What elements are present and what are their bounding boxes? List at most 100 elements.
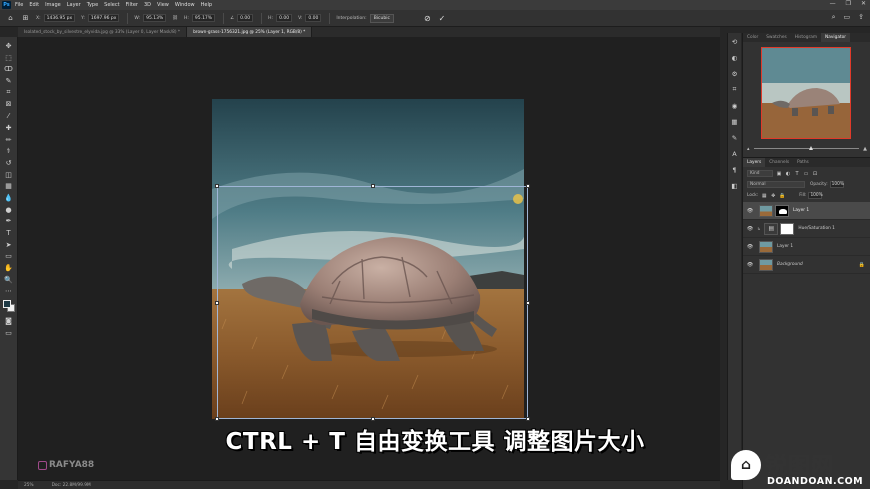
properties-icon[interactable]: ⚙ <box>730 69 739 78</box>
hskew-field[interactable]: 0.00 <box>276 14 293 22</box>
healing-icon[interactable]: ✚ <box>4 123 14 133</box>
lock-all-icon[interactable]: 🔒 <box>779 193 785 199</box>
menu-3d[interactable]: 3D <box>144 2 151 8</box>
visibility-eye-icon[interactable]: 👁 <box>745 244 755 250</box>
menu-select[interactable]: Select <box>104 2 119 8</box>
filter-type-icon[interactable]: T <box>794 171 800 177</box>
tab-brown-grass[interactable]: brown-grass-1756321.jpg @ 25% (Layer 1, … <box>187 27 313 37</box>
layer-row[interactable]: 👁 Background 🔒 <box>743 256 870 274</box>
angle-field[interactable]: 0.00 <box>237 14 254 22</box>
menu-layer[interactable]: Layer <box>67 2 81 8</box>
search-icon[interactable]: ⌕ <box>832 13 836 22</box>
menu-help[interactable]: Help <box>201 2 212 8</box>
tab-isolated-stock[interactable]: Isolated_stock_by_silvestre_elyvida.jpg … <box>18 27 188 37</box>
fill-field[interactable]: 100% <box>808 192 823 199</box>
tab-color[interactable]: Color <box>743 33 762 42</box>
interpolation-select[interactable]: Bicubic <box>369 13 394 23</box>
type-icon[interactable]: T <box>4 228 14 238</box>
zoom-icon[interactable]: 🔍 <box>4 275 14 285</box>
filter-adjust-icon[interactable]: ◐ <box>785 171 791 177</box>
swatches-icon[interactable]: ▦ <box>730 117 739 126</box>
visibility-eye-icon[interactable]: 👁 <box>745 208 755 214</box>
vskew-field[interactable]: 0.00 <box>305 14 322 22</box>
home-icon[interactable]: ⌂ <box>6 14 15 23</box>
blend-mode-select[interactable]: Normal <box>747 181 805 188</box>
share-icon[interactable]: ⇪ <box>858 13 864 22</box>
visibility-eye-icon[interactable]: 👁 <box>745 262 755 268</box>
layer-kind-select[interactable]: Kind <box>747 170 773 177</box>
color-icon[interactable]: ◉ <box>730 101 739 110</box>
char-icon[interactable]: A <box>730 149 739 158</box>
reference-point-icon[interactable]: ⊞ <box>21 14 30 23</box>
quick-mask-icon[interactable]: ◙ <box>4 316 14 326</box>
zoom-slider[interactable] <box>753 146 860 150</box>
cancel-transform-icon[interactable]: ⊘ <box>424 14 431 23</box>
marquee-icon[interactable]: ⬚ <box>4 53 14 63</box>
shape-icon[interactable]: ▭ <box>4 251 14 261</box>
link-icon[interactable]: ⛓ <box>172 16 178 21</box>
menu-view[interactable]: View <box>157 2 169 8</box>
height-field[interactable]: 95.17% <box>191 14 216 22</box>
layers-icon[interactable]: ◧ <box>730 181 739 190</box>
tab-histogram[interactable]: Histogram <box>791 33 821 42</box>
stamp-icon[interactable]: ⚕ <box>4 146 14 156</box>
eraser-icon[interactable]: ◫ <box>4 170 14 180</box>
canvas-area[interactable] <box>18 37 720 480</box>
quick-select-icon[interactable]: ✎ <box>4 76 14 86</box>
eyedropper-icon[interactable]: ⁄ <box>4 111 14 121</box>
navigator-thumbnail[interactable] <box>761 47 851 139</box>
layer-mask-thumbnail[interactable] <box>780 222 795 235</box>
visibility-eye-icon[interactable]: 👁 <box>745 226 755 232</box>
foreground-color[interactable] <box>2 300 11 309</box>
screen-mode-icon[interactable]: ▭ <box>4 328 14 338</box>
history-brush-icon[interactable]: ↺ <box>4 158 14 168</box>
workspace-icon[interactable]: ▭ <box>844 13 851 22</box>
width-field[interactable]: 95.13% <box>143 14 167 22</box>
tab-swatches[interactable]: Swatches <box>762 33 791 42</box>
filter-smart-icon[interactable]: ⊡ <box>812 171 818 177</box>
menu-file[interactable]: File <box>15 2 23 8</box>
zoom-in-icon[interactable]: ▲ <box>863 146 867 152</box>
layer-name[interactable]: Background <box>777 262 803 267</box>
layer-row[interactable]: 👁 Layer 1 <box>743 202 870 220</box>
layer-row[interactable]: 👁 Layer 1 <box>743 238 870 256</box>
move-icon[interactable]: ✥ <box>4 41 14 51</box>
close-icon[interactable]: ✕ <box>861 0 866 7</box>
commit-transform-icon[interactable]: ✓ <box>439 14 446 23</box>
layer-mask-thumbnail[interactable] <box>775 204 789 217</box>
more-icon[interactable]: ⋯ <box>4 286 14 296</box>
frame-icon[interactable]: ⊠ <box>4 99 14 109</box>
layer-row[interactable]: 👁 ↳ ▤ Hue/Saturation 1 <box>743 220 870 238</box>
layer-name[interactable]: Layer 1 <box>777 244 793 249</box>
zoom-level[interactable]: 25% <box>24 483 34 488</box>
crop-icon[interactable]: ⌗ <box>4 88 14 98</box>
tab-layers[interactable]: Layers <box>743 158 766 167</box>
paths-icon[interactable]: ⌗ <box>730 85 739 94</box>
hand-icon[interactable]: ✋ <box>4 263 14 273</box>
opacity-field[interactable]: 100% <box>829 181 844 188</box>
lock-pixels-icon[interactable]: ▦ <box>761 193 767 199</box>
dodge-icon[interactable]: ● <box>4 205 14 215</box>
layer-name[interactable]: Hue/Saturation 1 <box>798 226 835 231</box>
menu-type[interactable]: Type <box>87 2 98 8</box>
menu-filter[interactable]: Filter <box>126 2 138 8</box>
brush-settings-icon[interactable]: ✎ <box>730 133 739 142</box>
para-icon[interactable]: ¶ <box>730 165 739 174</box>
zoom-out-icon[interactable]: ▴ <box>747 146 750 152</box>
tab-channels[interactable]: Channels <box>765 158 793 167</box>
filter-pixel-icon[interactable]: ▣ <box>776 171 782 177</box>
adjust-icon[interactable]: ◐ <box>730 53 739 62</box>
y-field[interactable]: 1697.96 px <box>87 14 120 22</box>
history-icon[interactable]: ⟲ <box>730 37 739 46</box>
filter-shape-icon[interactable]: ▭ <box>803 171 809 177</box>
layer-name[interactable]: Layer 1 <box>793 208 809 213</box>
zoom-slider-knob[interactable] <box>809 146 814 150</box>
menu-window[interactable]: Window <box>175 2 195 8</box>
lasso-icon[interactable]: ↀ <box>4 64 14 74</box>
pen-icon[interactable]: ✒ <box>4 216 14 226</box>
gradient-icon[interactable]: ▦ <box>4 181 14 191</box>
brush-icon[interactable]: ✏ <box>4 135 14 145</box>
minimize-icon[interactable]: — <box>830 0 836 7</box>
blur-icon[interactable]: 💧 <box>4 193 14 203</box>
path-select-icon[interactable]: ➤ <box>4 240 14 250</box>
